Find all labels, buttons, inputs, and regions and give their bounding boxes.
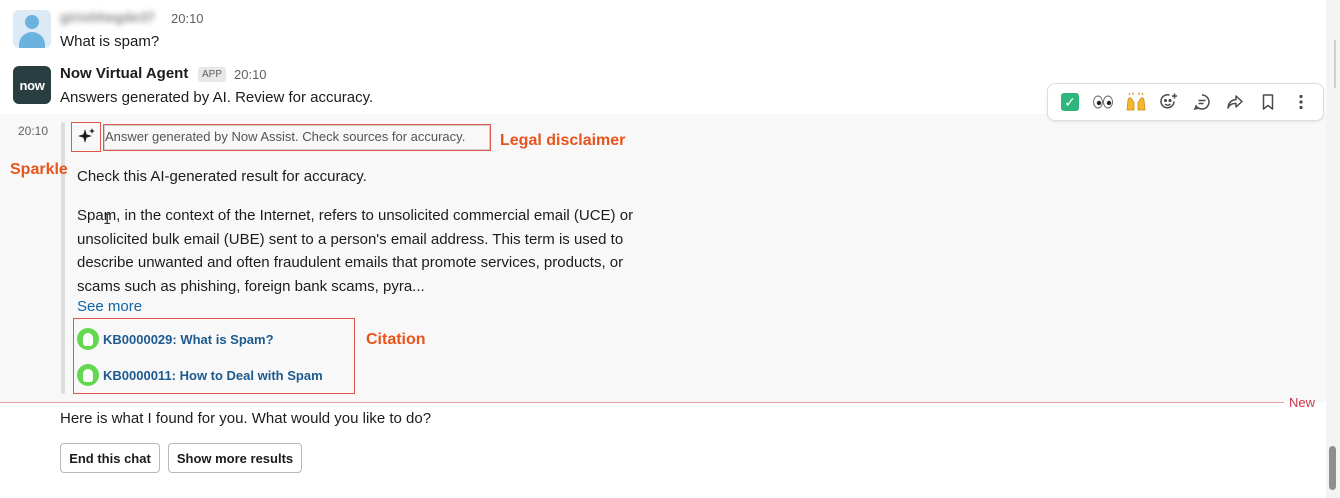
message-timestamp[interactable]: 20:10: [171, 11, 204, 26]
share-icon: [1227, 95, 1243, 109]
add-reaction-button[interactable]: [1155, 88, 1183, 116]
see-more-link[interactable]: See more: [77, 298, 142, 315]
user-message-text: What is spam?: [60, 33, 160, 50]
scrollbar-edge: [1334, 40, 1336, 88]
citation-label[interactable]: KB0000011: How to Deal with Spam: [103, 368, 323, 383]
user-avatar-body: [19, 32, 45, 48]
reply-thread-icon: [1193, 94, 1210, 111]
answer-line: scams such as phishing, foreign bank sca…: [77, 277, 425, 295]
annotation-legal-disclaimer: Legal disclaimer: [500, 132, 626, 149]
annotation-sparkle: Sparkle: [10, 161, 68, 178]
message-timestamp[interactable]: 20:10: [234, 67, 267, 82]
answer-line: describe unwanted and often fraudulent e…: [77, 254, 624, 271]
annotation-citation: Citation: [366, 331, 426, 348]
scrollbar-track[interactable]: [1326, 0, 1340, 498]
bookmark-icon: [1262, 94, 1274, 110]
user-avatar-head: [25, 15, 39, 29]
answer-text: Spam, in the context of the Internet, re…: [77, 204, 687, 298]
reply-in-thread-button[interactable]: [1188, 88, 1216, 116]
citation-label[interactable]: KB0000029: What is Spam?: [103, 332, 274, 347]
legal-disclaimer: Answer generated by Now Assist. Check so…: [105, 129, 466, 144]
react-check-mark-button[interactable]: ✓: [1056, 88, 1084, 116]
add-reaction-icon: [1160, 93, 1177, 109]
eyes-emoji-icon: [1093, 95, 1113, 109]
message-timestamp[interactable]: 20:10: [18, 124, 48, 138]
show-more-results-button[interactable]: Show more results: [168, 443, 302, 473]
save-for-later-button[interactable]: [1254, 88, 1282, 116]
react-eyes-button[interactable]: [1089, 88, 1117, 116]
share-message-button[interactable]: [1221, 88, 1249, 116]
user-avatar[interactable]: [13, 10, 51, 48]
followup-message-text: Here is what I found for you. What would…: [60, 410, 432, 427]
ai-accuracy-notice: Check this AI-generated result for accur…: [77, 168, 367, 185]
bot-message-text: Answers generated by AI. Review for accu…: [60, 89, 374, 106]
citation-link[interactable]: KB0000011: How to Deal with Spam: [77, 364, 323, 386]
sparkle-icon: [78, 128, 95, 143]
text-cursor-icon: I: [103, 212, 112, 228]
new-messages-divider: [0, 402, 1284, 403]
end-chat-button[interactable]: End this chat: [60, 443, 160, 473]
more-actions-icon: [1299, 94, 1303, 110]
check-mark-emoji-icon: ✓: [1061, 93, 1079, 111]
bot-name[interactable]: Now Virtual Agent: [60, 65, 188, 82]
app-badge: APP: [198, 67, 227, 82]
raised-hands-emoji-icon: [1126, 92, 1146, 111]
bot-avatar[interactable]: now: [13, 66, 51, 104]
answer-line: unsolicited bulk email (UBE) sent to a p…: [77, 230, 624, 248]
more-actions-button[interactable]: [1287, 88, 1315, 116]
citation-link[interactable]: KB0000029: What is Spam?: [77, 328, 274, 350]
message-actions-toolbar: ✓: [1047, 83, 1324, 121]
knowledge-article-icon: [77, 328, 99, 350]
react-raised-hands-button[interactable]: [1122, 88, 1150, 116]
answer-line: Spam, in the context of the Internet, re…: [77, 207, 634, 224]
user-name[interactable]: girishhegde37: [60, 9, 164, 26]
scrollbar-thumb[interactable]: [1329, 446, 1336, 490]
new-messages-label: New: [1289, 395, 1316, 410]
knowledge-article-icon: [77, 364, 99, 386]
